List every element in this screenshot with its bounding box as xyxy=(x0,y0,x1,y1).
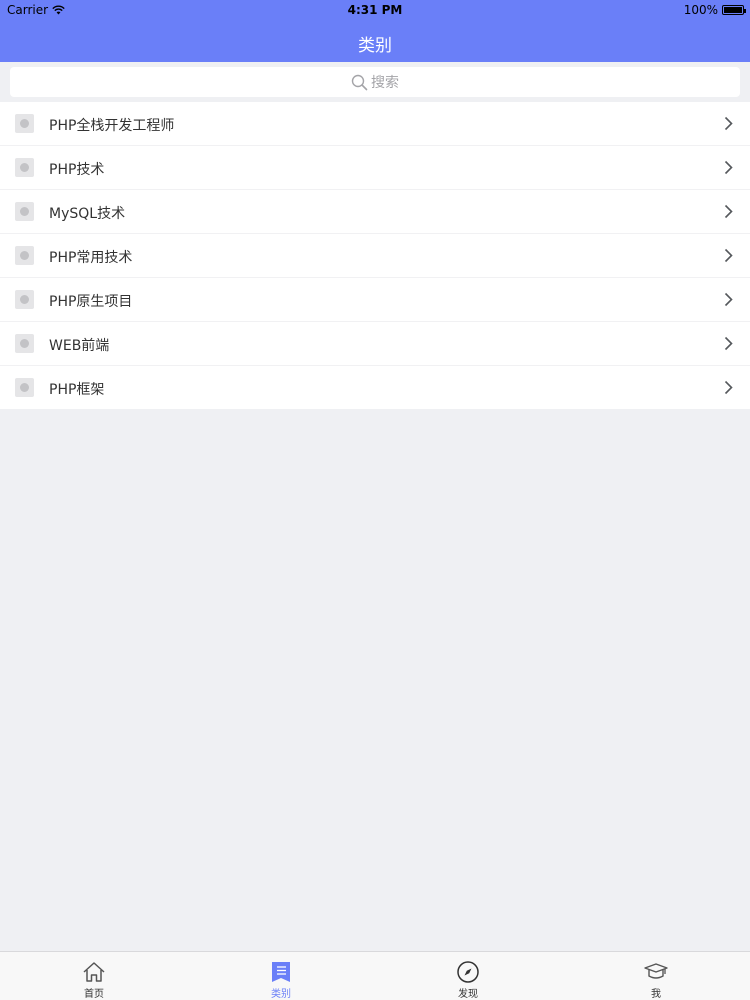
category-thumbnail-icon xyxy=(15,378,34,397)
chevron-right-icon xyxy=(724,380,733,395)
search-input[interactable]: 搜索 xyxy=(10,67,740,97)
tab-home[interactable]: 首页 xyxy=(54,952,134,1000)
category-row[interactable]: PHP原生项目 xyxy=(0,278,750,322)
status-bar: Carrier 4:31 PM 100% xyxy=(0,0,750,20)
category-row[interactable]: PHP框架 xyxy=(0,366,750,409)
compass-icon xyxy=(457,961,479,983)
category-label: PHP框架 xyxy=(49,382,105,398)
graduation-cap-icon xyxy=(644,963,668,979)
category-label: PHP全栈开发工程师 xyxy=(49,118,175,134)
tab-me-label: 我 xyxy=(651,989,661,1000)
status-time: 4:31 PM xyxy=(347,3,403,17)
chevron-right-icon xyxy=(724,292,733,307)
tab-discover[interactable]: 发现 xyxy=(428,952,508,1000)
category-row[interactable]: WEB前端 xyxy=(0,322,750,366)
category-thumbnail-icon xyxy=(15,158,34,177)
category-thumbnail-icon xyxy=(15,334,34,353)
home-icon xyxy=(83,962,105,982)
nav-bar: Carrier 4:31 PM 100% 类别 xyxy=(0,0,750,62)
chevron-right-icon xyxy=(724,204,733,219)
category-label: PHP原生项目 xyxy=(49,294,133,310)
tab-me[interactable]: 我 xyxy=(616,952,696,1000)
search-placeholder: 搜索 xyxy=(371,75,399,91)
chevron-right-icon xyxy=(724,160,733,175)
category-label: WEB前端 xyxy=(49,338,110,354)
category-label: MySQL技术 xyxy=(49,206,126,222)
category-row[interactable]: PHP技术 xyxy=(0,146,750,190)
category-row[interactable]: PHP常用技术 xyxy=(0,234,750,278)
category-thumbnail-icon xyxy=(15,114,34,133)
category-row[interactable]: PHP全栈开发工程师 xyxy=(0,102,750,146)
search-bar: 搜索 xyxy=(0,62,750,102)
tab-bar: 首页 类别 发现 我 xyxy=(0,951,750,1000)
category-thumbnail-icon xyxy=(15,246,34,265)
tab-home-label: 首页 xyxy=(84,989,104,1000)
battery-percent: 100% xyxy=(683,3,718,17)
category-list: PHP全栈开发工程师 PHP技术 MySQL技术 PHP常用技术 PHP原生项目… xyxy=(0,102,750,409)
category-thumbnail-icon xyxy=(15,290,34,309)
tab-category[interactable]: 类别 xyxy=(241,952,321,1000)
search-icon xyxy=(351,74,368,90)
tab-discover-label: 发现 xyxy=(458,989,478,1000)
category-thumbnail-icon xyxy=(15,202,34,221)
tab-category-label: 类别 xyxy=(271,989,291,1000)
chevron-right-icon xyxy=(724,248,733,263)
battery-icon xyxy=(722,5,746,15)
chevron-right-icon xyxy=(724,336,733,351)
battery-status: 100% xyxy=(683,3,746,17)
category-label: PHP技术 xyxy=(49,162,105,178)
page-title: 类别 xyxy=(358,36,392,56)
category-label: PHP常用技术 xyxy=(49,250,133,266)
list-icon xyxy=(272,962,290,982)
chevron-right-icon xyxy=(724,116,733,131)
category-row[interactable]: MySQL技术 xyxy=(0,190,750,234)
